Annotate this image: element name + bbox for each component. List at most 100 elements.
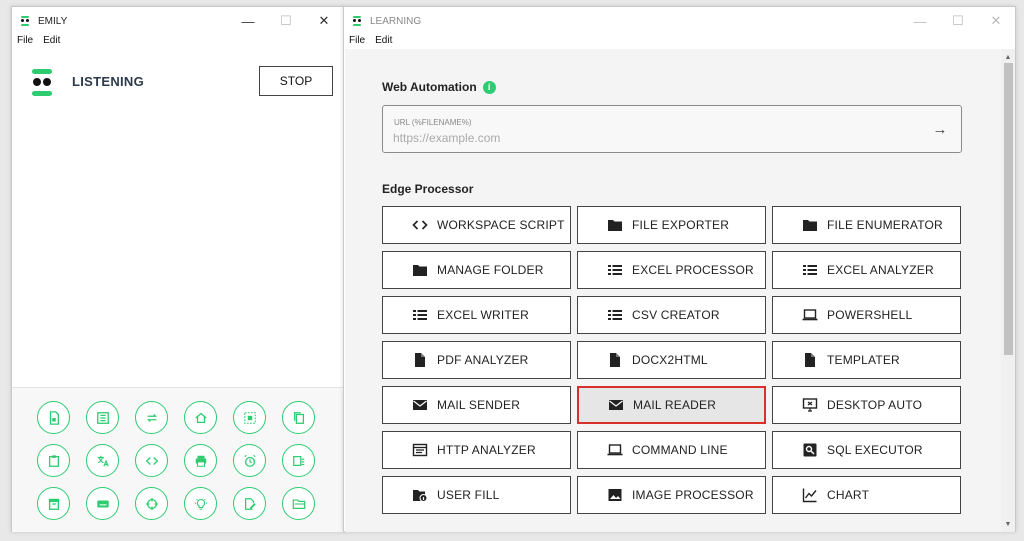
tile-csv-creator[interactable]: CSV CREATOR	[577, 296, 766, 334]
archive-icon[interactable]	[37, 487, 70, 520]
menu-file[interactable]: File	[349, 35, 365, 49]
list-check-icon[interactable]	[282, 444, 315, 477]
scroll-up-icon[interactable]: ▲	[1001, 51, 1015, 63]
alarm-icon[interactable]	[233, 444, 266, 477]
url-field[interactable]: URL (%FILENAME%) →	[382, 105, 962, 153]
emily-logo-icon	[20, 16, 30, 26]
tile-chart[interactable]: CHART	[772, 476, 961, 514]
list-icon	[606, 307, 624, 323]
print-icon[interactable]	[184, 444, 217, 477]
tile-label: TEMPLATER	[827, 353, 900, 367]
web-automation-heading: Web Automation i	[382, 80, 496, 94]
copy-icon[interactable]	[282, 401, 315, 434]
tile-label: DOCX2HTML	[632, 353, 708, 367]
keyboard-icon[interactable]	[86, 487, 119, 520]
emily-titlebar[interactable]: EMILY — ☐ ✕	[12, 7, 343, 35]
tile-manage-folder[interactable]: MANAGE FOLDER	[382, 251, 571, 289]
tile-file-exporter[interactable]: FILE EXPORTER	[577, 206, 766, 244]
home-icon[interactable]	[184, 401, 217, 434]
lightbulb-icon[interactable]	[184, 487, 217, 520]
folder-icon	[801, 217, 819, 233]
target-select-icon[interactable]	[233, 401, 266, 434]
tile-label: EXCEL ANALYZER	[827, 263, 934, 277]
learning-logo-icon	[352, 16, 362, 26]
file-icon[interactable]	[37, 401, 70, 434]
learning-window: LEARNING — ☐ ✕ File Edit Web Automation …	[343, 6, 1016, 532]
stop-button[interactable]: STOP	[259, 66, 333, 96]
tile-label: EXCEL PROCESSOR	[632, 263, 754, 277]
status-text: LISTENING	[72, 74, 145, 89]
folder-open-icon[interactable]	[282, 487, 315, 520]
url-input[interactable]	[393, 131, 893, 145]
tile-workspace-script[interactable]: WORKSPACE SCRIPT	[382, 206, 571, 244]
tile-docx2html[interactable]: DOCX2HTML	[577, 341, 766, 379]
tile-command-line[interactable]: COMMAND LINE	[577, 431, 766, 469]
tile-label: SQL EXECUTOR	[827, 443, 923, 457]
tile-http-analyzer[interactable]: HTTP ANALYZER	[382, 431, 571, 469]
emily-window: EMILY — ☐ ✕ File Edit LISTENING STOP	[11, 6, 344, 532]
edit-file-icon[interactable]	[233, 487, 266, 520]
tile-label: PDF ANALYZER	[437, 353, 529, 367]
tile-label: CSV CREATOR	[632, 308, 720, 322]
url-field-label: URL (%FILENAME%)	[394, 118, 472, 127]
minimize-button[interactable]: —	[901, 7, 939, 35]
menu-edit[interactable]: Edit	[43, 35, 60, 49]
list-icon	[801, 262, 819, 278]
scroll-down-icon[interactable]: ▼	[1001, 518, 1015, 530]
learning-titlebar[interactable]: LEARNING — ☐ ✕	[344, 7, 1015, 35]
menu-bar: File Edit	[344, 35, 1015, 49]
minimize-button[interactable]: —	[229, 7, 267, 35]
search-box-icon	[801, 442, 819, 458]
document-icon	[801, 352, 819, 368]
list-icon	[606, 262, 624, 278]
laptop-icon	[801, 307, 819, 323]
learning-content: Web Automation i URL (%FILENAME%) → Edge…	[345, 49, 1015, 532]
folder-icon	[411, 262, 429, 278]
section-title-text: Edge Processor	[382, 182, 474, 196]
tile-label: MAIL READER	[633, 398, 717, 412]
tile-label: EXCEL WRITER	[437, 308, 529, 322]
section-title-text: Web Automation	[382, 80, 477, 94]
tile-label: USER FILL	[437, 488, 500, 502]
maximize-button[interactable]: ☐	[267, 7, 305, 35]
arrow-right-icon[interactable]: →	[931, 120, 949, 138]
list-icon[interactable]	[86, 401, 119, 434]
tile-label: CHART	[827, 488, 870, 502]
menu-edit[interactable]: Edit	[375, 35, 392, 49]
tile-label: FILE ENUMERATOR	[827, 218, 943, 232]
window-title: EMILY	[38, 15, 68, 27]
tile-mail-reader[interactable]: MAIL READER	[577, 386, 766, 424]
tile-label: DESKTOP AUTO	[827, 398, 923, 412]
edge-processor-heading: Edge Processor	[382, 182, 473, 196]
tile-user-fill[interactable]: USER FILL	[382, 476, 571, 514]
tile-label: COMMAND LINE	[632, 443, 728, 457]
document-icon	[606, 352, 624, 368]
tile-label: HTTP ANALYZER	[437, 443, 536, 457]
info-icon[interactable]: i	[482, 80, 496, 94]
repeat-icon[interactable]	[135, 401, 168, 434]
folder-icon	[606, 217, 624, 233]
assistant-header: LISTENING STOP	[12, 64, 343, 104]
tile-pdf-analyzer[interactable]: PDF ANALYZER	[382, 341, 571, 379]
vertical-scrollbar[interactable]: ▲ ▼	[1001, 49, 1015, 532]
tile-image-processor[interactable]: IMAGE PROCESSOR	[577, 476, 766, 514]
tile-desktop-auto[interactable]: DESKTOP AUTO	[772, 386, 961, 424]
menu-file[interactable]: File	[17, 35, 33, 49]
tile-excel-processor[interactable]: EXCEL PROCESSOR	[577, 251, 766, 289]
tile-file-enumerator[interactable]: FILE ENUMERATOR	[772, 206, 961, 244]
scroll-thumb[interactable]	[1004, 63, 1013, 355]
tile-excel-analyzer[interactable]: EXCEL ANALYZER	[772, 251, 961, 289]
line-chart-icon	[801, 487, 819, 503]
maximize-button[interactable]: ☐	[939, 7, 977, 35]
tile-templater[interactable]: TEMPLATER	[772, 341, 961, 379]
tile-powershell[interactable]: POWERSHELL	[772, 296, 961, 334]
close-button[interactable]: ✕	[305, 7, 343, 35]
tile-excel-writer[interactable]: EXCEL WRITER	[382, 296, 571, 334]
tile-mail-sender[interactable]: MAIL SENDER	[382, 386, 571, 424]
crosshair-icon[interactable]	[135, 487, 168, 520]
translate-icon[interactable]	[86, 444, 119, 477]
close-button[interactable]: ✕	[977, 7, 1015, 35]
tile-sql-executor[interactable]: SQL EXECUTOR	[772, 431, 961, 469]
clipboard-icon[interactable]	[37, 444, 70, 477]
code-icon[interactable]	[135, 444, 168, 477]
